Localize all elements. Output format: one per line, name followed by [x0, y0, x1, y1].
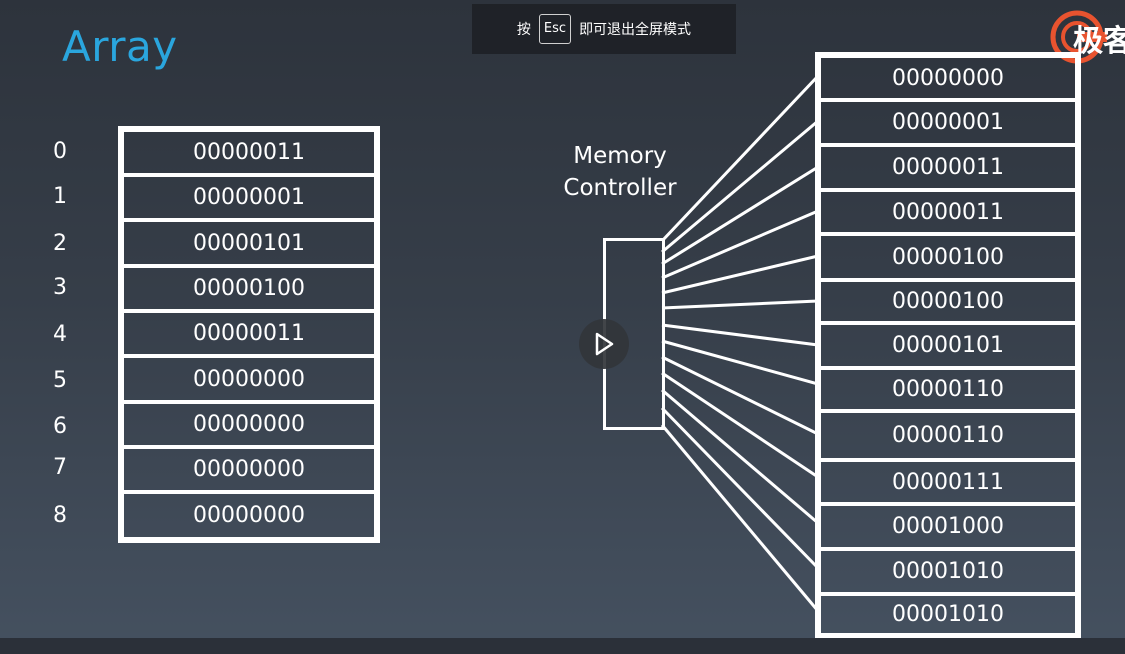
- memory-cell: 00000100: [818, 279, 1078, 324]
- memory-cell: 00000000: [818, 55, 1078, 101]
- memory-cell: 00000111: [818, 459, 1078, 505]
- memory-cell: 00000110: [818, 367, 1078, 412]
- memory-cell: 00001010: [818, 548, 1078, 595]
- memory-cell: 00000100: [818, 233, 1078, 281]
- memory-cell: 00000101: [818, 322, 1078, 369]
- video-play-button[interactable]: [579, 319, 629, 369]
- memory-cell: 00000001: [818, 99, 1078, 146]
- memory-cell: 00000011: [818, 144, 1078, 191]
- memory-cell: 00000110: [818, 410, 1078, 461]
- subtitle-strip: [0, 638, 1125, 654]
- memory-cell: 00001010: [818, 593, 1078, 636]
- play-icon: [595, 332, 614, 356]
- memory-cell: 00001000: [818, 503, 1078, 550]
- memory-cell: 00000011: [818, 189, 1078, 235]
